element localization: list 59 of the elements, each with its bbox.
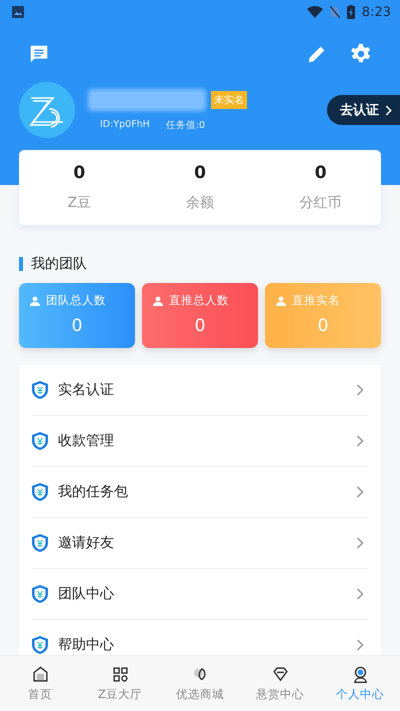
menu-item[interactable]: 收款管理: [32, 416, 368, 467]
chevron-icon: [356, 639, 364, 651]
nav-tab[interactable]: Z豆大厅: [80, 656, 160, 711]
nav-tab[interactable]: 个人中心: [320, 656, 400, 711]
section-title: 我的团队: [31, 255, 87, 273]
team-card[interactable]: 直推实名 0: [265, 283, 381, 348]
stat-value: 0: [314, 163, 327, 183]
wifi-icon: [306, 6, 323, 18]
chevron-icon: [356, 588, 364, 600]
chevron-icon: [356, 384, 364, 396]
shield-icon: [32, 483, 48, 501]
chevron-icon: [356, 435, 364, 447]
team-card-label: 直推实名: [292, 293, 340, 308]
no-sim-icon: [330, 6, 340, 18]
task-value: 任务值:0: [166, 118, 206, 132]
chevron-icon: [356, 537, 364, 549]
person-icon: [153, 296, 163, 306]
stat-label: 余额: [186, 194, 214, 212]
menu-item[interactable]: 实名认证: [32, 365, 368, 416]
shield-icon: [32, 432, 48, 450]
person-icon: [276, 296, 286, 306]
team-card-value: 0: [318, 316, 328, 336]
nav-tab[interactable]: 首页: [0, 656, 80, 711]
stat-value: 0: [194, 163, 206, 183]
avatar-logo: [19, 82, 75, 138]
menu-item[interactable]: 团队中心: [32, 569, 368, 620]
stat-value: 0: [73, 163, 86, 183]
stat-label: 分红币: [300, 194, 342, 212]
menu-item[interactable]: 邀请好友: [32, 518, 368, 569]
image-icon: [12, 6, 24, 18]
person-icon: [30, 296, 40, 306]
nav-tab[interactable]: 悬赏中心: [240, 656, 320, 711]
team-card[interactable]: 团队总人数 0: [19, 283, 135, 348]
settings-icon[interactable]: [350, 43, 372, 65]
menu-item[interactable]: 我的任务包: [32, 467, 368, 518]
chevron-icon: [385, 104, 392, 116]
person-icon: [352, 666, 368, 682]
team-card-value: 0: [194, 316, 206, 336]
leaf-icon: [192, 666, 208, 682]
nav-tab[interactable]: 优选商城: [160, 656, 240, 711]
team-card-label: 直推总人数: [169, 293, 229, 308]
shield-icon: [32, 534, 48, 552]
shield-icon: [32, 381, 48, 399]
section-marker: [19, 257, 23, 271]
team-card-label: 团队总人数: [46, 293, 106, 308]
battery-icon: [346, 5, 355, 19]
diamond-icon: [272, 666, 288, 682]
grid-icon: [112, 666, 128, 682]
chevron-icon: [356, 486, 364, 498]
team-card-value: 0: [72, 316, 82, 336]
verify-button[interactable]: 去认证: [327, 95, 400, 125]
user-id: ID:Yp0FhH: [100, 118, 150, 132]
status-time: 8:23: [362, 4, 391, 20]
home-icon: [32, 666, 48, 682]
message-icon[interactable]: [28, 43, 50, 65]
unverified-tag: 未实名: [211, 90, 247, 108]
team-card[interactable]: 直推总人数 0: [142, 283, 258, 348]
shield-icon: [32, 585, 48, 603]
stat-label: Z豆: [68, 194, 92, 212]
